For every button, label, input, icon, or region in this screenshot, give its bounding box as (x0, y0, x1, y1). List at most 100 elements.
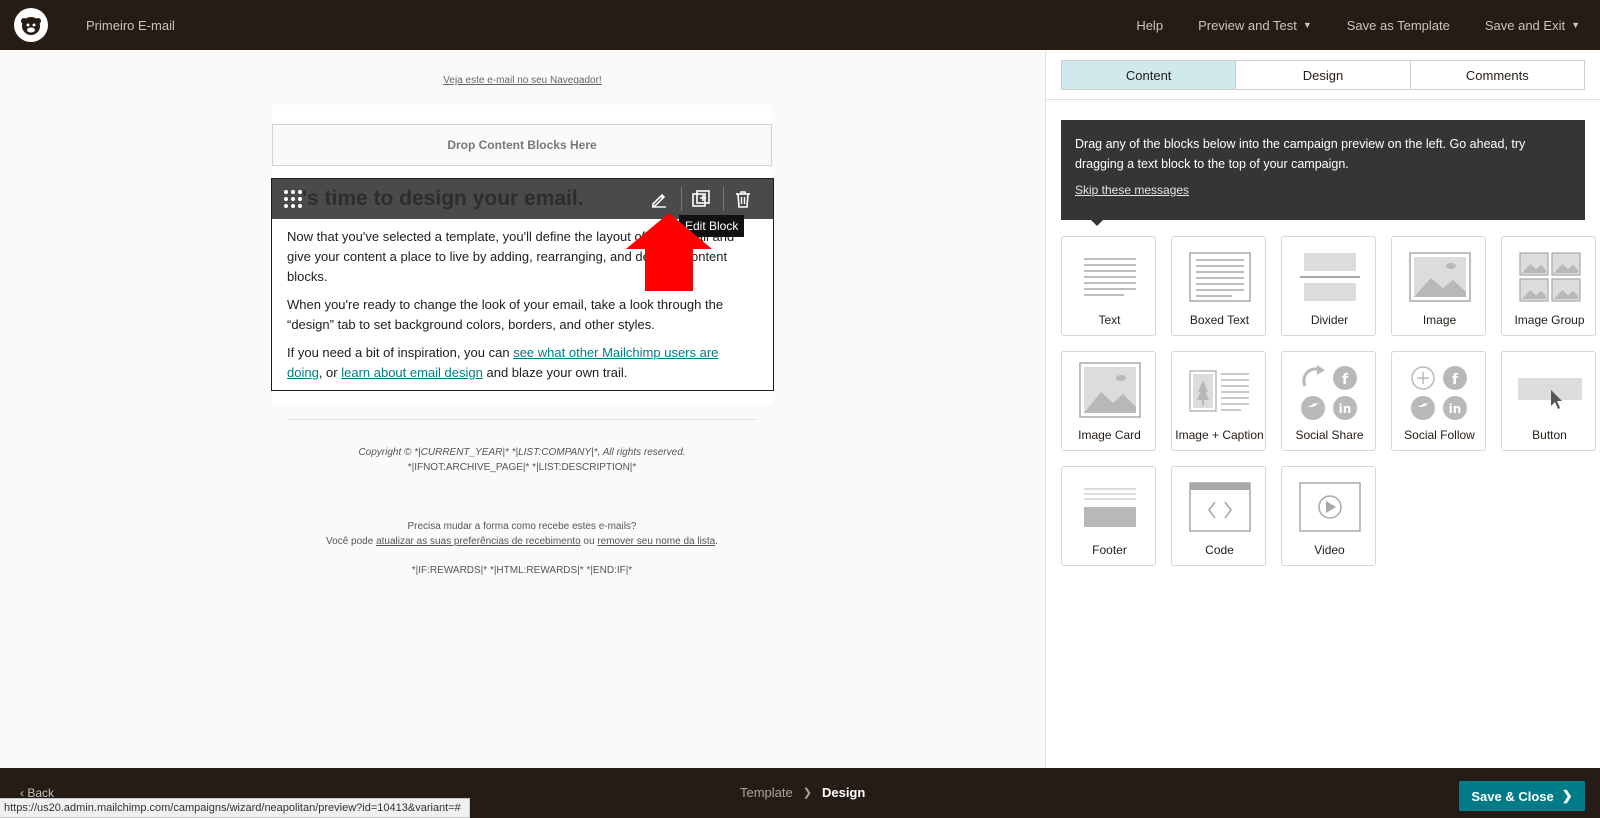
block-label: Code (1205, 543, 1234, 557)
preview-test-label: Preview and Test (1198, 17, 1297, 33)
block-label: Image + Caption (1175, 428, 1264, 442)
image-caption-block-icon (1172, 366, 1267, 418)
code-block-tile[interactable]: Code (1171, 466, 1266, 566)
image-caption-block-tile[interactable]: Image + Caption (1171, 351, 1266, 451)
status-bar-url: https://us20.admin.mailchimp.com/campaig… (0, 798, 470, 818)
image-card-block-tile[interactable]: Image Card (1061, 351, 1156, 451)
social-follow-block-icon: f in (1392, 366, 1487, 420)
p3-text-after: and blaze your own trail. (482, 365, 628, 380)
help-link[interactable]: Help (1136, 18, 1163, 33)
text-block-tile[interactable]: Text (1061, 236, 1156, 336)
save-close-label: Save & Close (1471, 788, 1554, 804)
block-label: Footer (1092, 543, 1127, 557)
breadcrumb-design: Design (821, 785, 866, 800)
block-label: Button (1532, 428, 1567, 442)
social-share-block-icon: f in (1282, 365, 1377, 420)
code-block-icon (1172, 481, 1267, 533)
divider-block-tile[interactable]: Divider (1281, 236, 1376, 336)
svg-text:f: f (1341, 372, 1348, 388)
mailchimp-logo-icon[interactable] (14, 8, 48, 42)
toolbar-separator (723, 187, 724, 211)
chevron-right-icon: ❯ (802, 787, 812, 799)
save-and-close-button[interactable]: Save & Close ❯ (1459, 781, 1585, 811)
top-nav: Help Preview and Test ▼ Save as Template … (1136, 0, 1600, 50)
video-block-tile[interactable]: Video (1281, 466, 1376, 566)
block-label: Text (1098, 313, 1121, 327)
footer-block-tile[interactable]: Footer (1061, 466, 1156, 566)
block-label: Social Share (1295, 428, 1364, 442)
toolbar-separator (681, 187, 682, 211)
skip-messages-link[interactable]: Skip these messages (1075, 180, 1189, 200)
block-label: Image Card (1078, 428, 1141, 442)
learn-email-design-link[interactable]: learn about email design (341, 365, 483, 380)
image-block-tile[interactable]: Image (1391, 236, 1486, 336)
footer-rewards: *|IF:REWARDS|* *|HTML:REWARDS|* *|END:IF… (411, 565, 633, 576)
block-label: Video (1314, 543, 1345, 557)
svg-text:f: f (1451, 372, 1458, 388)
footer-preferences: Você pode atualizar as suas preferências… (272, 534, 772, 549)
breadcrumb: Template ❯ Design (740, 785, 865, 800)
edit-block-button[interactable] (643, 185, 675, 213)
button-block-icon (1502, 366, 1597, 418)
help-pointer (1089, 218, 1105, 226)
delete-block-button[interactable] (727, 185, 759, 213)
footer-block-icon (1062, 481, 1157, 533)
tab-comments[interactable]: Comments (1411, 61, 1584, 89)
button-block-tile[interactable]: Button (1501, 351, 1596, 451)
save-as-template-link[interactable]: Save as Template (1347, 18, 1450, 33)
social-follow-block-tile[interactable]: f in Social Follow (1391, 351, 1486, 451)
block-label: Divider (1310, 313, 1349, 327)
tab-content[interactable]: Content (1062, 61, 1237, 89)
panel-tabs: Content Design Comments (1061, 60, 1585, 90)
copyright-text: Copyright © *|CURRENT_YEAR|* *|LIST:COMP… (358, 447, 686, 458)
footer-change-question: Precisa mudar a forma como recebe estes … (407, 521, 637, 532)
tabs-divider (1046, 99, 1600, 100)
breadcrumb-template[interactable]: Template (740, 785, 793, 800)
social-share-block-tile[interactable]: f in Social Share (1281, 351, 1376, 451)
duplicate-block-button[interactable] (685, 185, 717, 213)
footer-divider (287, 419, 757, 420)
period-text: . (715, 536, 718, 547)
image-group-block-tile[interactable]: Image Group (1501, 236, 1596, 336)
drag-handle-icon[interactable] (284, 190, 302, 208)
paragraph-3: If you need a bit of inspiration, you ca… (287, 343, 747, 383)
chevron-right-icon: ❯ (1561, 788, 1573, 803)
drop-content-zone[interactable]: Drop Content Blocks Here (272, 124, 772, 166)
save-template-label: Save as Template (1346, 17, 1450, 33)
svg-text:in: in (1338, 402, 1351, 416)
boxed-text-block-tile[interactable]: Boxed Text (1171, 236, 1266, 336)
update-preferences-link[interactable]: atualizar as suas preferências de recebi… (376, 536, 581, 547)
tab-design[interactable]: Design (1236, 61, 1411, 89)
trash-icon (736, 191, 750, 208)
duplicate-icon (692, 190, 710, 207)
boxed-text-block-icon (1172, 251, 1267, 303)
chevron-down-icon: ▼ (1571, 20, 1580, 30)
help-label: Help (1136, 17, 1164, 33)
image-group-block-icon (1502, 251, 1597, 303)
text-block-icon (1062, 251, 1157, 303)
view-in-browser-link[interactable]: Veja este e-mail no seu Navegador! (0, 75, 1045, 86)
block-heading: 's time to design your email. (302, 187, 584, 210)
p3-text-before: If you need a bit of inspiration, you ca… (287, 345, 514, 360)
video-block-icon (1282, 481, 1377, 533)
block-label: Boxed Text (1189, 313, 1250, 327)
block-label: Social Follow (1404, 428, 1475, 442)
chevron-down-icon: ▼ (1302, 20, 1312, 30)
campaign-name: Primeiro E-mail (86, 17, 175, 33)
save-and-exit-menu[interactable]: Save and Exit ▼ (1485, 18, 1580, 33)
can-prefix: Você pode (326, 536, 377, 547)
paragraph-2: When you're ready to change the look of … (287, 297, 724, 332)
unsubscribe-link[interactable]: remover seu nome da lista (597, 536, 715, 547)
pencil-icon (652, 193, 666, 208)
or-text: ou (580, 536, 598, 547)
p3-text-mid: , or (318, 365, 342, 380)
content-side-panel: Content Design Comments Drag any of the … (1045, 50, 1600, 768)
save-exit-label: Save and Exit (1484, 17, 1566, 33)
preview-and-test-menu[interactable]: Preview and Test ▼ (1198, 18, 1312, 33)
svg-text:in: in (1448, 402, 1461, 416)
image-block-icon (1392, 251, 1487, 303)
block-label: Image (1422, 313, 1457, 327)
block-label: Image Group (1514, 313, 1585, 327)
footer-copyright: Copyright © *|CURRENT_YEAR|* *|LIST:COMP… (272, 445, 772, 460)
red-arrow-annotation-icon (626, 213, 712, 291)
